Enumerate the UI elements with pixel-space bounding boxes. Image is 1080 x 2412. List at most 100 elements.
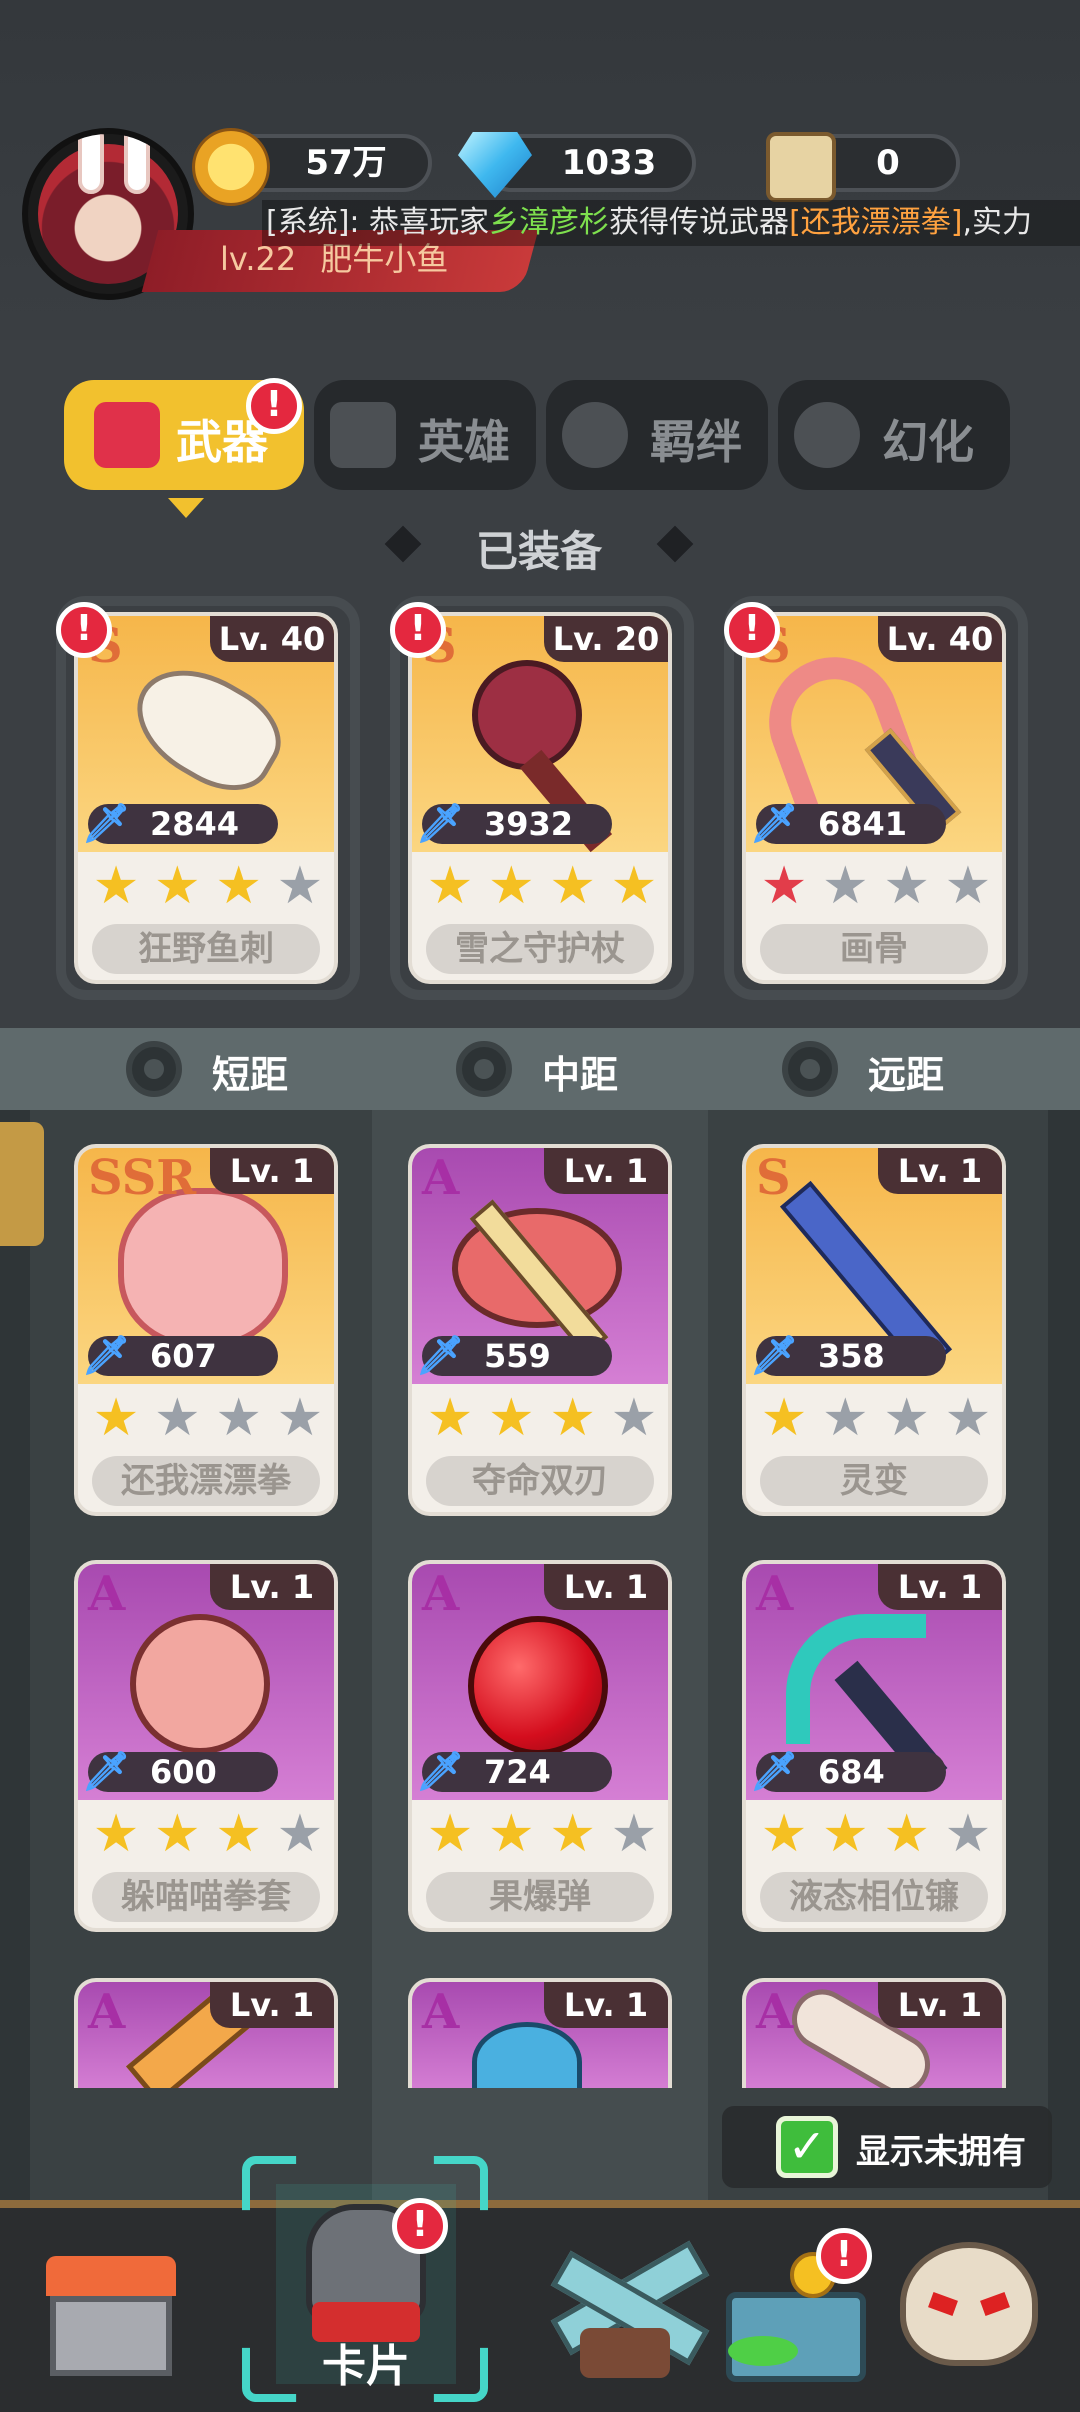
scroll-value: 0 <box>876 143 900 183</box>
nav-battle[interactable] <box>530 2228 710 2378</box>
card-name: 夺命双刃 <box>426 1456 654 1506</box>
star-icon: ★ <box>549 1388 596 1448</box>
card-power-value: 6841 <box>818 805 908 843</box>
card-level: Lv. 1 <box>210 1982 334 2028</box>
card-level: Lv. 40 <box>878 616 1002 662</box>
coin-icon <box>192 128 270 206</box>
card-power: 🗡 358 <box>750 1333 946 1377</box>
star-icon: ★ <box>426 1804 474 1864</box>
card-stars: ★ ★ ★ ★ <box>756 1806 996 1862</box>
equipped-card-2[interactable]: S Lv. 20 🗡3932 ★★★★ 雪之守护杖 <box>408 612 672 984</box>
pig-fist-icon <box>118 1188 288 1348</box>
card-level: Lv. 20 <box>544 616 668 662</box>
fishbone-weapon-icon <box>117 647 297 809</box>
card-power: 🗡 559 <box>416 1333 612 1377</box>
equipped-card-3[interactable]: S Lv. 40 🗡6841 ★★★★ 画骨 <box>742 612 1006 984</box>
star-icon: ★ <box>610 856 658 916</box>
card-rarity: SSR <box>88 1150 197 1206</box>
card-level: Lv. 1 <box>878 1982 1002 2028</box>
card-alert-badge: ! <box>56 602 112 658</box>
left-rail <box>0 1110 30 2200</box>
weapon-card[interactable]: S Lv. 1 🗡 358 ★ ★ ★ ★ 灵变 <box>742 1144 1006 1516</box>
tab-transform[interactable]: 幻化 <box>778 380 1010 490</box>
card-name: 狂野鱼刺 <box>92 924 320 974</box>
card-rarity: A <box>756 1984 794 2040</box>
tab-pointer <box>168 498 204 518</box>
range-long[interactable]: 远距 <box>868 1044 944 1099</box>
weapon-card[interactable]: A Lv. 1 🗡 559 ★ ★ ★ ★ 夺命双刃 <box>408 1144 672 1516</box>
weapon-card[interactable]: A Lv. 1 🗡 724 ★ ★ ★ ★ 果爆弹 <box>408 1560 672 1932</box>
coin-value: 57万 <box>305 143 387 183</box>
checkbox-checked-icon[interactable]: ✓ <box>776 2116 838 2178</box>
card-name: 雪之守护杖 <box>426 924 654 974</box>
sword-icon: 🗡 <box>82 1749 131 1793</box>
weapon-card[interactable]: A Lv. 1 🗡 600 ★ ★ ★ ★ 躲喵喵拳套 <box>74 1560 338 1932</box>
star-icon: ★ <box>276 1388 324 1448</box>
sword-icon: 🗡 <box>82 801 131 845</box>
nav-cards-label: 卡片 <box>322 2341 410 2392</box>
long-range-icon[interactable] <box>782 1041 838 1097</box>
range-short[interactable]: 短距 <box>212 1044 288 1099</box>
star-icon: ★ <box>154 1804 201 1864</box>
card-stars: ★ ★ ★ ★ <box>756 858 996 914</box>
card-level: Lv. 1 <box>210 1148 334 1194</box>
side-pull-tab[interactable] <box>0 1122 44 1246</box>
card-power: 🗡 2844 <box>82 801 278 845</box>
weapon-tab-icon <box>94 402 160 468</box>
mid-range-icon[interactable] <box>456 1041 512 1097</box>
sword-icon: 🗡 <box>750 1333 799 1377</box>
tab-bonds-label: 羁绊 <box>650 415 742 469</box>
nav-cards-badge: ! <box>392 2198 448 2254</box>
sword-icon: 🗡 <box>416 801 465 845</box>
weapon-card-partial[interactable]: A Lv. 1 <box>408 1978 672 2088</box>
tab-bonds[interactable]: 羁绊 <box>546 380 768 490</box>
star-icon: ★ <box>488 1804 535 1864</box>
star-icon: ★ <box>92 1388 140 1448</box>
card-stars: ★ ★ ★ ★ <box>88 1390 328 1446</box>
right-rail <box>1048 1110 1080 2200</box>
weapon-card[interactable]: SSR Lv. 1 🗡 607 ★ ★ ★ ★ 还我漂漂拳 <box>74 1144 338 1516</box>
card-level: Lv. 1 <box>544 1148 668 1194</box>
sword-icon: 🗡 <box>750 1749 799 1793</box>
green-gem-icon <box>728 2336 798 2366</box>
card-power-value: 684 <box>818 1753 885 1791</box>
star-icon: ★ <box>276 1804 324 1864</box>
star-icon: ★ <box>549 856 596 916</box>
bond-tab-icon <box>562 402 628 468</box>
card-rarity: A <box>88 1566 126 1622</box>
show-unowned-toggle[interactable]: ✓ 显示未拥有 <box>722 2106 1052 2188</box>
star-icon: ★ <box>154 856 201 916</box>
star-icon: ★ <box>760 856 808 916</box>
scroll-icon <box>766 132 836 202</box>
weapon-card[interactable]: A Lv. 1 🗡 684 ★ ★ ★ ★ 液态相位镰 <box>742 1560 1006 1932</box>
card-level: Lv. 1 <box>544 1982 668 2028</box>
star-icon: ★ <box>215 1804 262 1864</box>
card-stars: ★ ★ ★ ★ <box>88 1806 328 1862</box>
nav-shop[interactable] <box>36 2236 186 2386</box>
short-range-icon[interactable] <box>126 1041 182 1097</box>
bunny-ear-right <box>124 134 150 194</box>
card-level: Lv. 1 <box>878 1148 1002 1194</box>
sword-icon: 🗡 <box>416 1333 465 1377</box>
card-stars: ★ ★ ★ ★ <box>756 1390 996 1446</box>
star-icon: ★ <box>944 856 992 916</box>
equipped-card-1[interactable]: S Lv. 40 🗡2844 ★★★★ 狂野鱼刺 <box>74 612 338 984</box>
star-icon: ★ <box>154 1388 201 1448</box>
range-mid[interactable]: 中距 <box>542 1044 618 1099</box>
weapon-card-partial[interactable]: A Lv. 1 <box>742 1978 1006 2088</box>
star-icon: ★ <box>944 1388 992 1448</box>
card-name: 画骨 <box>760 924 988 974</box>
tab-heroes[interactable]: 英雄 <box>314 380 536 490</box>
star-icon: ★ <box>426 1388 474 1448</box>
star-icon: ★ <box>944 1804 992 1864</box>
card-alert-badge: ! <box>724 602 780 658</box>
weapon-card-partial[interactable]: A Lv. 1 <box>74 1978 338 2088</box>
ticker-suffix: ,实力 <box>962 205 1033 240</box>
card-rarity: S <box>756 1150 791 1206</box>
nav-boss[interactable] <box>894 2232 1044 2382</box>
star-icon: ★ <box>488 856 535 916</box>
show-unowned-label: 显示未拥有 <box>856 2132 1026 2172</box>
star-icon: ★ <box>883 1388 930 1448</box>
star-icon: ★ <box>883 856 930 916</box>
star-icon: ★ <box>426 856 474 916</box>
